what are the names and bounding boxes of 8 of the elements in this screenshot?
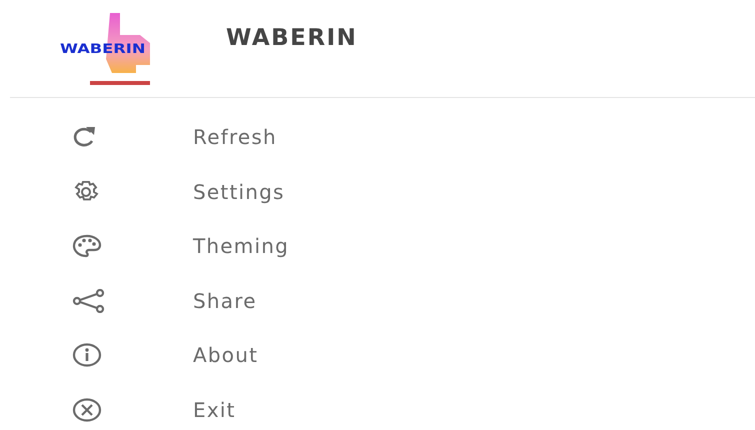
menu-item[interactable]: Share [193, 288, 257, 313]
menu-item[interactable]: Refresh [193, 125, 277, 150]
menu-item[interactable]: About [193, 343, 258, 368]
menu-item[interactable]: Theming [193, 234, 290, 258]
logo: WABERIN [50, 8, 190, 88]
menu-item[interactable]: Settings [193, 180, 285, 204]
app-title: WABERIN [226, 24, 358, 50]
menu-item[interactable]: Exit [193, 398, 236, 422]
